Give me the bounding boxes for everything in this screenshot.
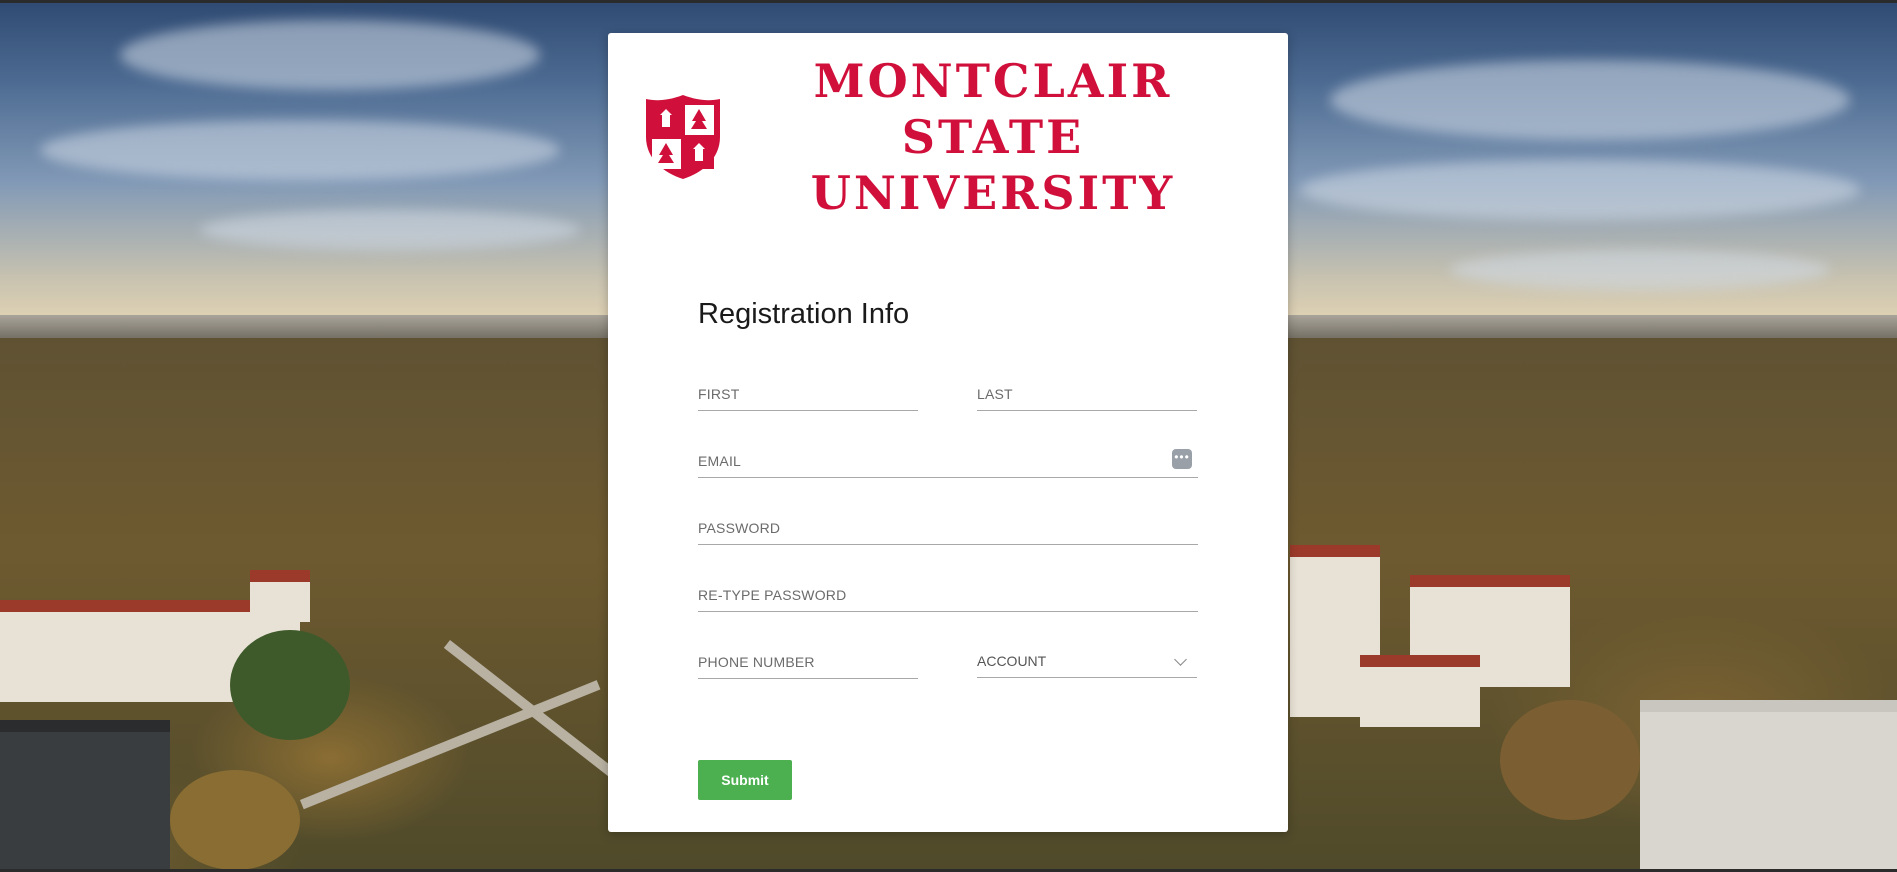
cloud xyxy=(1330,60,1850,140)
cloud xyxy=(200,210,580,250)
form-title: Registration Info xyxy=(698,298,910,330)
cloud xyxy=(1300,160,1860,220)
account-select[interactable]: ACCOUNT xyxy=(977,647,1197,678)
password-field xyxy=(698,514,1198,545)
email-field: ••• xyxy=(698,447,1198,478)
last-name-field xyxy=(977,380,1197,411)
password-input[interactable] xyxy=(698,514,1198,542)
campus-building xyxy=(0,720,170,872)
campus-building xyxy=(250,570,310,622)
campus-building xyxy=(1360,655,1480,727)
retype-password-field xyxy=(698,581,1198,612)
phone-number-input[interactable] xyxy=(698,648,918,676)
phone-number-field xyxy=(698,648,918,679)
wordmark-line-2: UNIVERSITY xyxy=(810,166,1176,220)
cloud xyxy=(40,120,560,180)
email-input[interactable] xyxy=(698,447,1198,475)
university-wordmark: MONTCLAIR STATE UNIVERSITY xyxy=(722,53,1264,221)
first-name-field xyxy=(698,380,918,411)
registration-card: MONTCLAIR STATE UNIVERSITY Registration … xyxy=(608,33,1288,832)
cloud xyxy=(120,20,540,90)
tree xyxy=(230,630,350,740)
tree xyxy=(170,770,300,870)
retype-password-input[interactable] xyxy=(698,581,1198,609)
university-logo: MONTCLAIR STATE UNIVERSITY xyxy=(644,54,1264,220)
last-name-input[interactable] xyxy=(977,380,1197,408)
window-edge xyxy=(0,0,1897,3)
shield-icon xyxy=(646,95,720,179)
first-name-input[interactable] xyxy=(698,380,918,408)
account-select-value: ACCOUNT xyxy=(977,653,1047,669)
tree xyxy=(1500,700,1640,820)
submit-button[interactable]: Submit xyxy=(698,760,792,800)
campus-building xyxy=(1640,700,1897,872)
cloud xyxy=(1450,250,1830,290)
wordmark-line-1: MONTCLAIR STATE xyxy=(813,54,1173,164)
password-manager-icon[interactable]: ••• xyxy=(1172,449,1192,469)
